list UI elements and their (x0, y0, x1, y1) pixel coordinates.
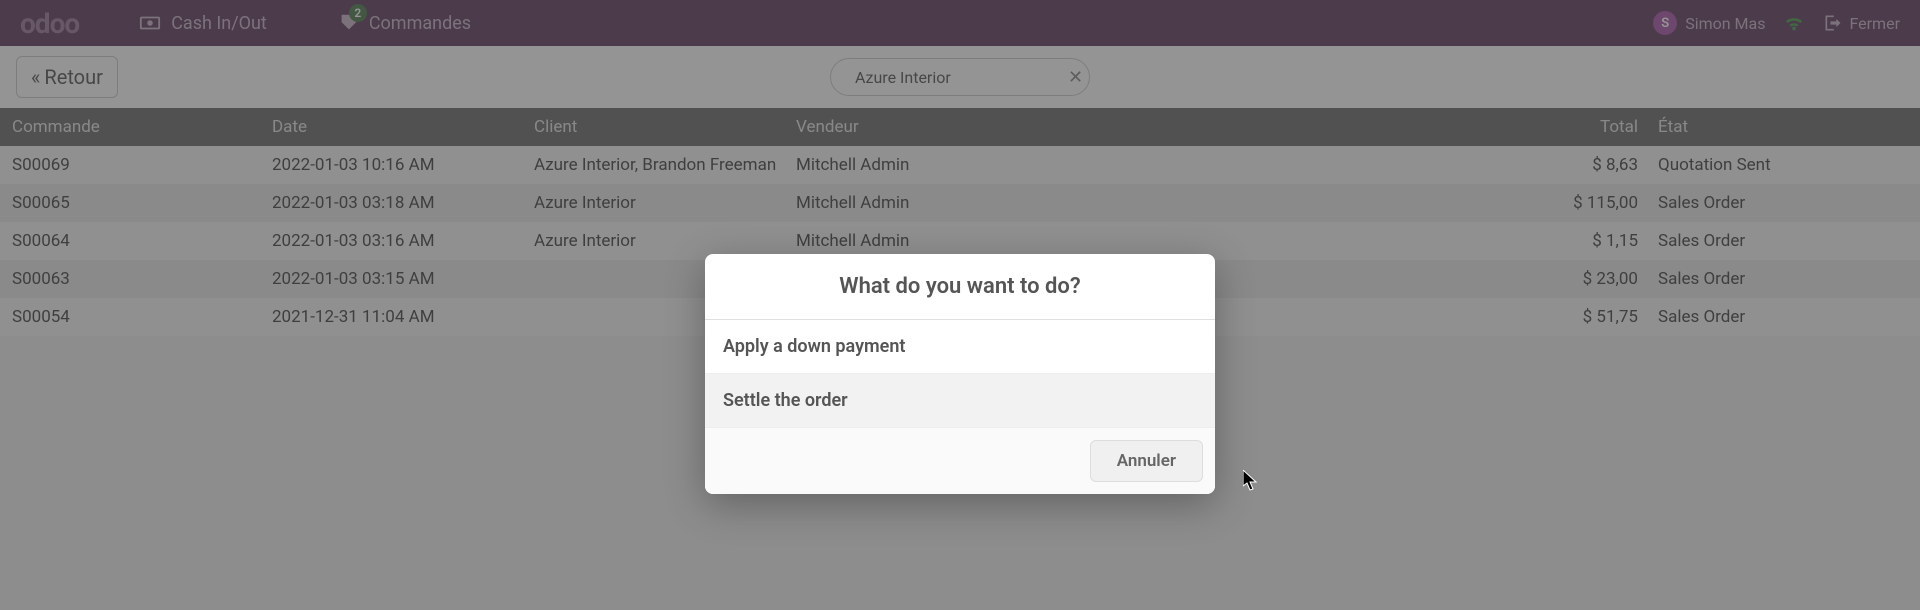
modal-footer: Annuler (705, 428, 1215, 494)
modal-option-downpayment[interactable]: Apply a down payment (705, 320, 1215, 374)
modal-title: What do you want to do? (705, 254, 1215, 320)
cancel-button[interactable]: Annuler (1090, 440, 1203, 482)
modal-option-settle[interactable]: Settle the order (705, 374, 1215, 428)
action-modal: What do you want to do? Apply a down pay… (705, 254, 1215, 494)
